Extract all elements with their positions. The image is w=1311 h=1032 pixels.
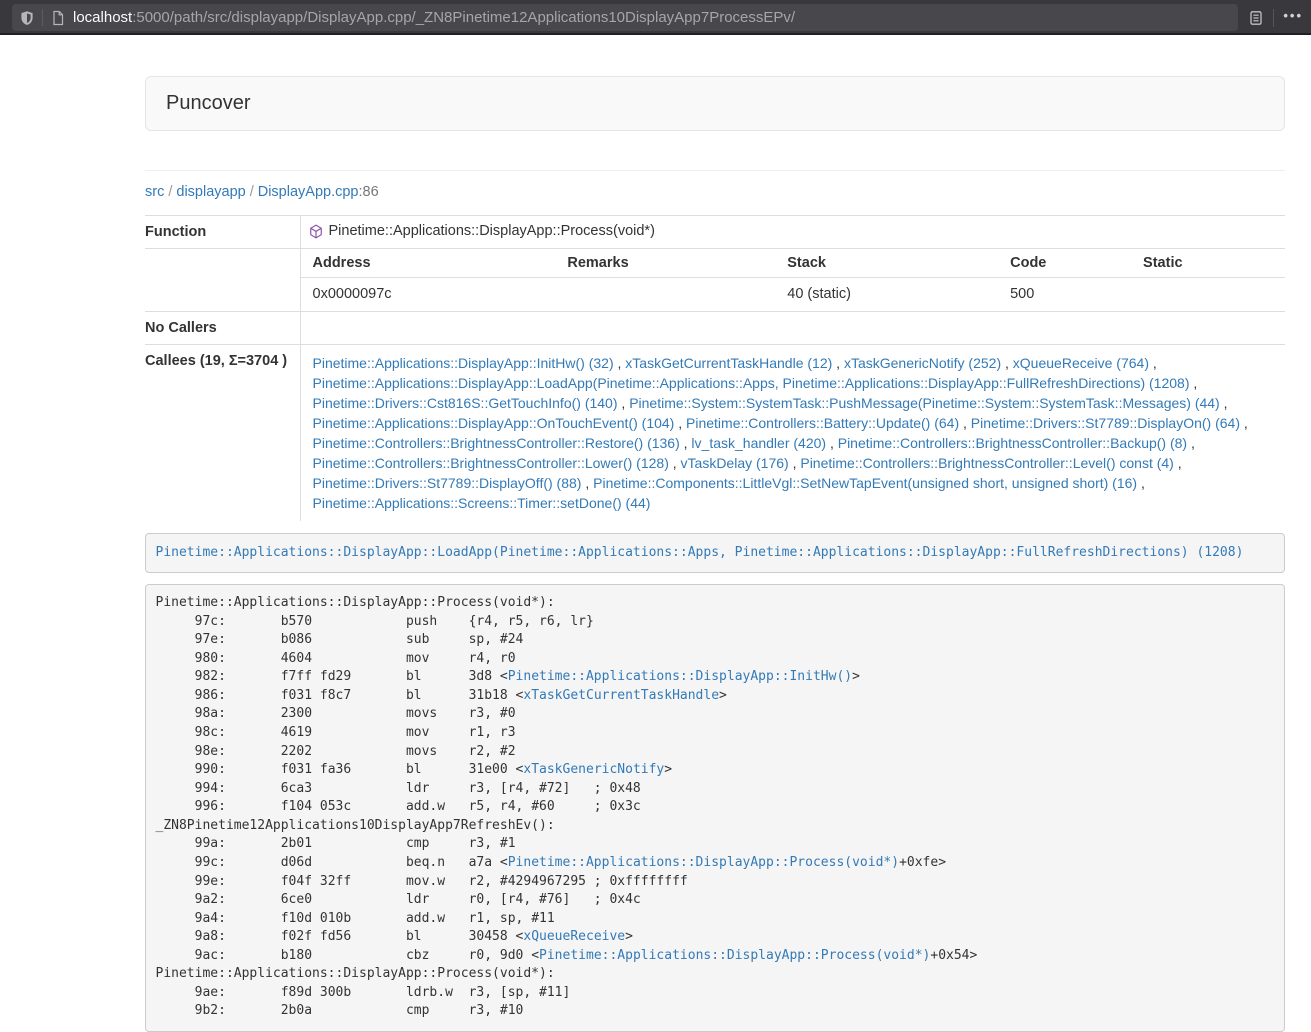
callee-link[interactable]: Pinetime::Applications::Screens::Timer::… xyxy=(313,495,651,511)
callee-link[interactable]: Pinetime::Drivers::St7789::DisplayOff() … xyxy=(313,475,582,491)
loadapp-link[interactable]: Pinetime::Applications::DisplayApp::Load… xyxy=(156,545,1244,560)
breadcrumb-link-displayapp[interactable]: displayapp xyxy=(176,184,245,200)
breadcrumb-link-file[interactable]: DisplayApp.cpp xyxy=(258,184,359,200)
callee-link[interactable]: Pinetime::Applications::DisplayApp::Init… xyxy=(313,355,614,371)
callee-link[interactable]: xQueueReceive (764) xyxy=(1013,355,1149,371)
callees-label: Callees (19, Σ=3704 ) xyxy=(145,345,300,522)
metrics-data-row: 0x0000097c 40 (static) 500 xyxy=(301,278,1286,312)
metrics-header-row: Address Remarks Stack Code Static xyxy=(301,249,1286,278)
callee-link[interactable]: Pinetime::Drivers::St7789::DisplayOn() (… xyxy=(971,415,1240,431)
cube-icon xyxy=(309,224,323,239)
metrics-table: Address Remarks Stack Code Static 0x0000… xyxy=(301,249,1286,311)
callee-link[interactable]: Pinetime::Controllers::BrightnessControl… xyxy=(313,455,669,471)
symbol-link[interactable]: xQueueReceive xyxy=(523,929,625,944)
page-icon xyxy=(50,10,66,26)
col-address: Address xyxy=(301,249,556,278)
symbol-link[interactable]: xTaskGetCurrentTaskHandle xyxy=(523,688,719,703)
table-row: Address Remarks Stack Code Static 0x0000… xyxy=(145,249,1285,312)
stack-value: 40 (static) xyxy=(775,278,998,312)
col-stack: Stack xyxy=(775,249,998,278)
address-value: 0x0000097c xyxy=(301,278,556,312)
callee-link[interactable]: Pinetime::System::SystemTask::PushMessag… xyxy=(629,395,1220,411)
table-row: Callees (19, Σ=3704 ) Pinetime::Applicat… xyxy=(145,345,1285,522)
breadcrumb-separator: / xyxy=(250,184,254,200)
breadcrumb-separator: / xyxy=(168,184,172,200)
highlighted-call-box: Pinetime::Applications::DisplayApp::Load… xyxy=(145,533,1285,573)
toolbar-divider xyxy=(1273,9,1274,27)
callee-link[interactable]: Pinetime::Applications::DisplayApp::Load… xyxy=(313,375,1190,391)
col-remarks: Remarks xyxy=(555,249,775,278)
overflow-menu-icon[interactable]: ••• xyxy=(1283,9,1303,26)
col-code: Code xyxy=(998,249,1131,278)
breadcrumb-line-number: :86 xyxy=(358,184,378,200)
url-text: localhost:5000/path/src/displayapp/Displ… xyxy=(73,9,795,26)
url-host: localhost xyxy=(73,9,132,26)
col-static: Static xyxy=(1131,249,1285,278)
callee-link[interactable]: Pinetime::Controllers::BrightnessControl… xyxy=(313,435,680,451)
callee-link[interactable]: xTaskGenericNotify (252) xyxy=(844,355,1001,371)
urlbar-divider xyxy=(42,9,43,26)
callee-link[interactable]: vTaskDelay (176) xyxy=(681,455,789,471)
function-label: Function xyxy=(145,216,300,249)
page-title: Puncover xyxy=(166,92,251,114)
no-callers-label: No Callers xyxy=(145,312,300,345)
shield-icon[interactable] xyxy=(19,10,35,26)
callee-link[interactable]: lv_task_handler (420) xyxy=(691,435,826,451)
divider xyxy=(145,170,1285,171)
callee-link[interactable]: Pinetime::Drivers::Cst816S::GetTouchInfo… xyxy=(313,395,618,411)
callees-cell: Pinetime::Applications::DisplayApp::Init… xyxy=(300,345,1285,522)
symbol-link[interactable]: Pinetime::Applications::DisplayApp::Proc… xyxy=(539,948,930,963)
page-content: Puncover src/displayapp/DisplayApp.cpp:8… xyxy=(145,76,1285,1032)
function-name: Pinetime::Applications::DisplayApp::Proc… xyxy=(329,223,655,239)
symbol-link[interactable]: Pinetime::Applications::DisplayApp::Init… xyxy=(508,669,852,684)
disassembly-pre: Pinetime::Applications::DisplayApp::Proc… xyxy=(145,584,1285,1032)
remarks-value xyxy=(555,278,775,312)
callee-link[interactable]: Pinetime::Components::LittleVgl::SetNewT… xyxy=(593,475,1137,491)
table-row: No Callers xyxy=(145,312,1285,345)
reader-mode-icon[interactable] xyxy=(1248,10,1264,26)
no-callers-cell xyxy=(300,312,1285,345)
callee-link[interactable]: Pinetime::Controllers::BrightnessControl… xyxy=(800,455,1173,471)
callee-link[interactable]: Pinetime::Controllers::BrightnessControl… xyxy=(838,435,1187,451)
callee-link[interactable]: Pinetime::Controllers::Battery::Update()… xyxy=(686,415,959,431)
callee-link[interactable]: Pinetime::Applications::DisplayApp::OnTo… xyxy=(313,415,675,431)
symbol-link[interactable]: Pinetime::Applications::DisplayApp::Proc… xyxy=(508,855,899,870)
table-row: Function Pinetime::Applications::Display… xyxy=(145,216,1285,249)
symbol-link[interactable]: xTaskGenericNotify xyxy=(523,762,664,777)
callee-link[interactable]: xTaskGetCurrentTaskHandle (12) xyxy=(625,355,832,371)
url-bar[interactable]: localhost:5000/path/src/displayapp/Displ… xyxy=(12,4,1238,31)
app-header: Puncover xyxy=(145,76,1285,131)
browser-toolbar: localhost:5000/path/src/displayapp/Displ… xyxy=(0,0,1311,35)
empty-label xyxy=(145,249,300,312)
code-value: 500 xyxy=(998,278,1131,312)
function-info-table: Function Pinetime::Applications::Display… xyxy=(145,215,1285,521)
url-path: :5000/path/src/displayapp/DisplayApp.cpp… xyxy=(132,9,795,26)
breadcrumb: src/displayapp/DisplayApp.cpp:86 xyxy=(145,182,1285,202)
breadcrumb-link-src[interactable]: src xyxy=(145,184,164,200)
static-value xyxy=(1131,278,1285,312)
